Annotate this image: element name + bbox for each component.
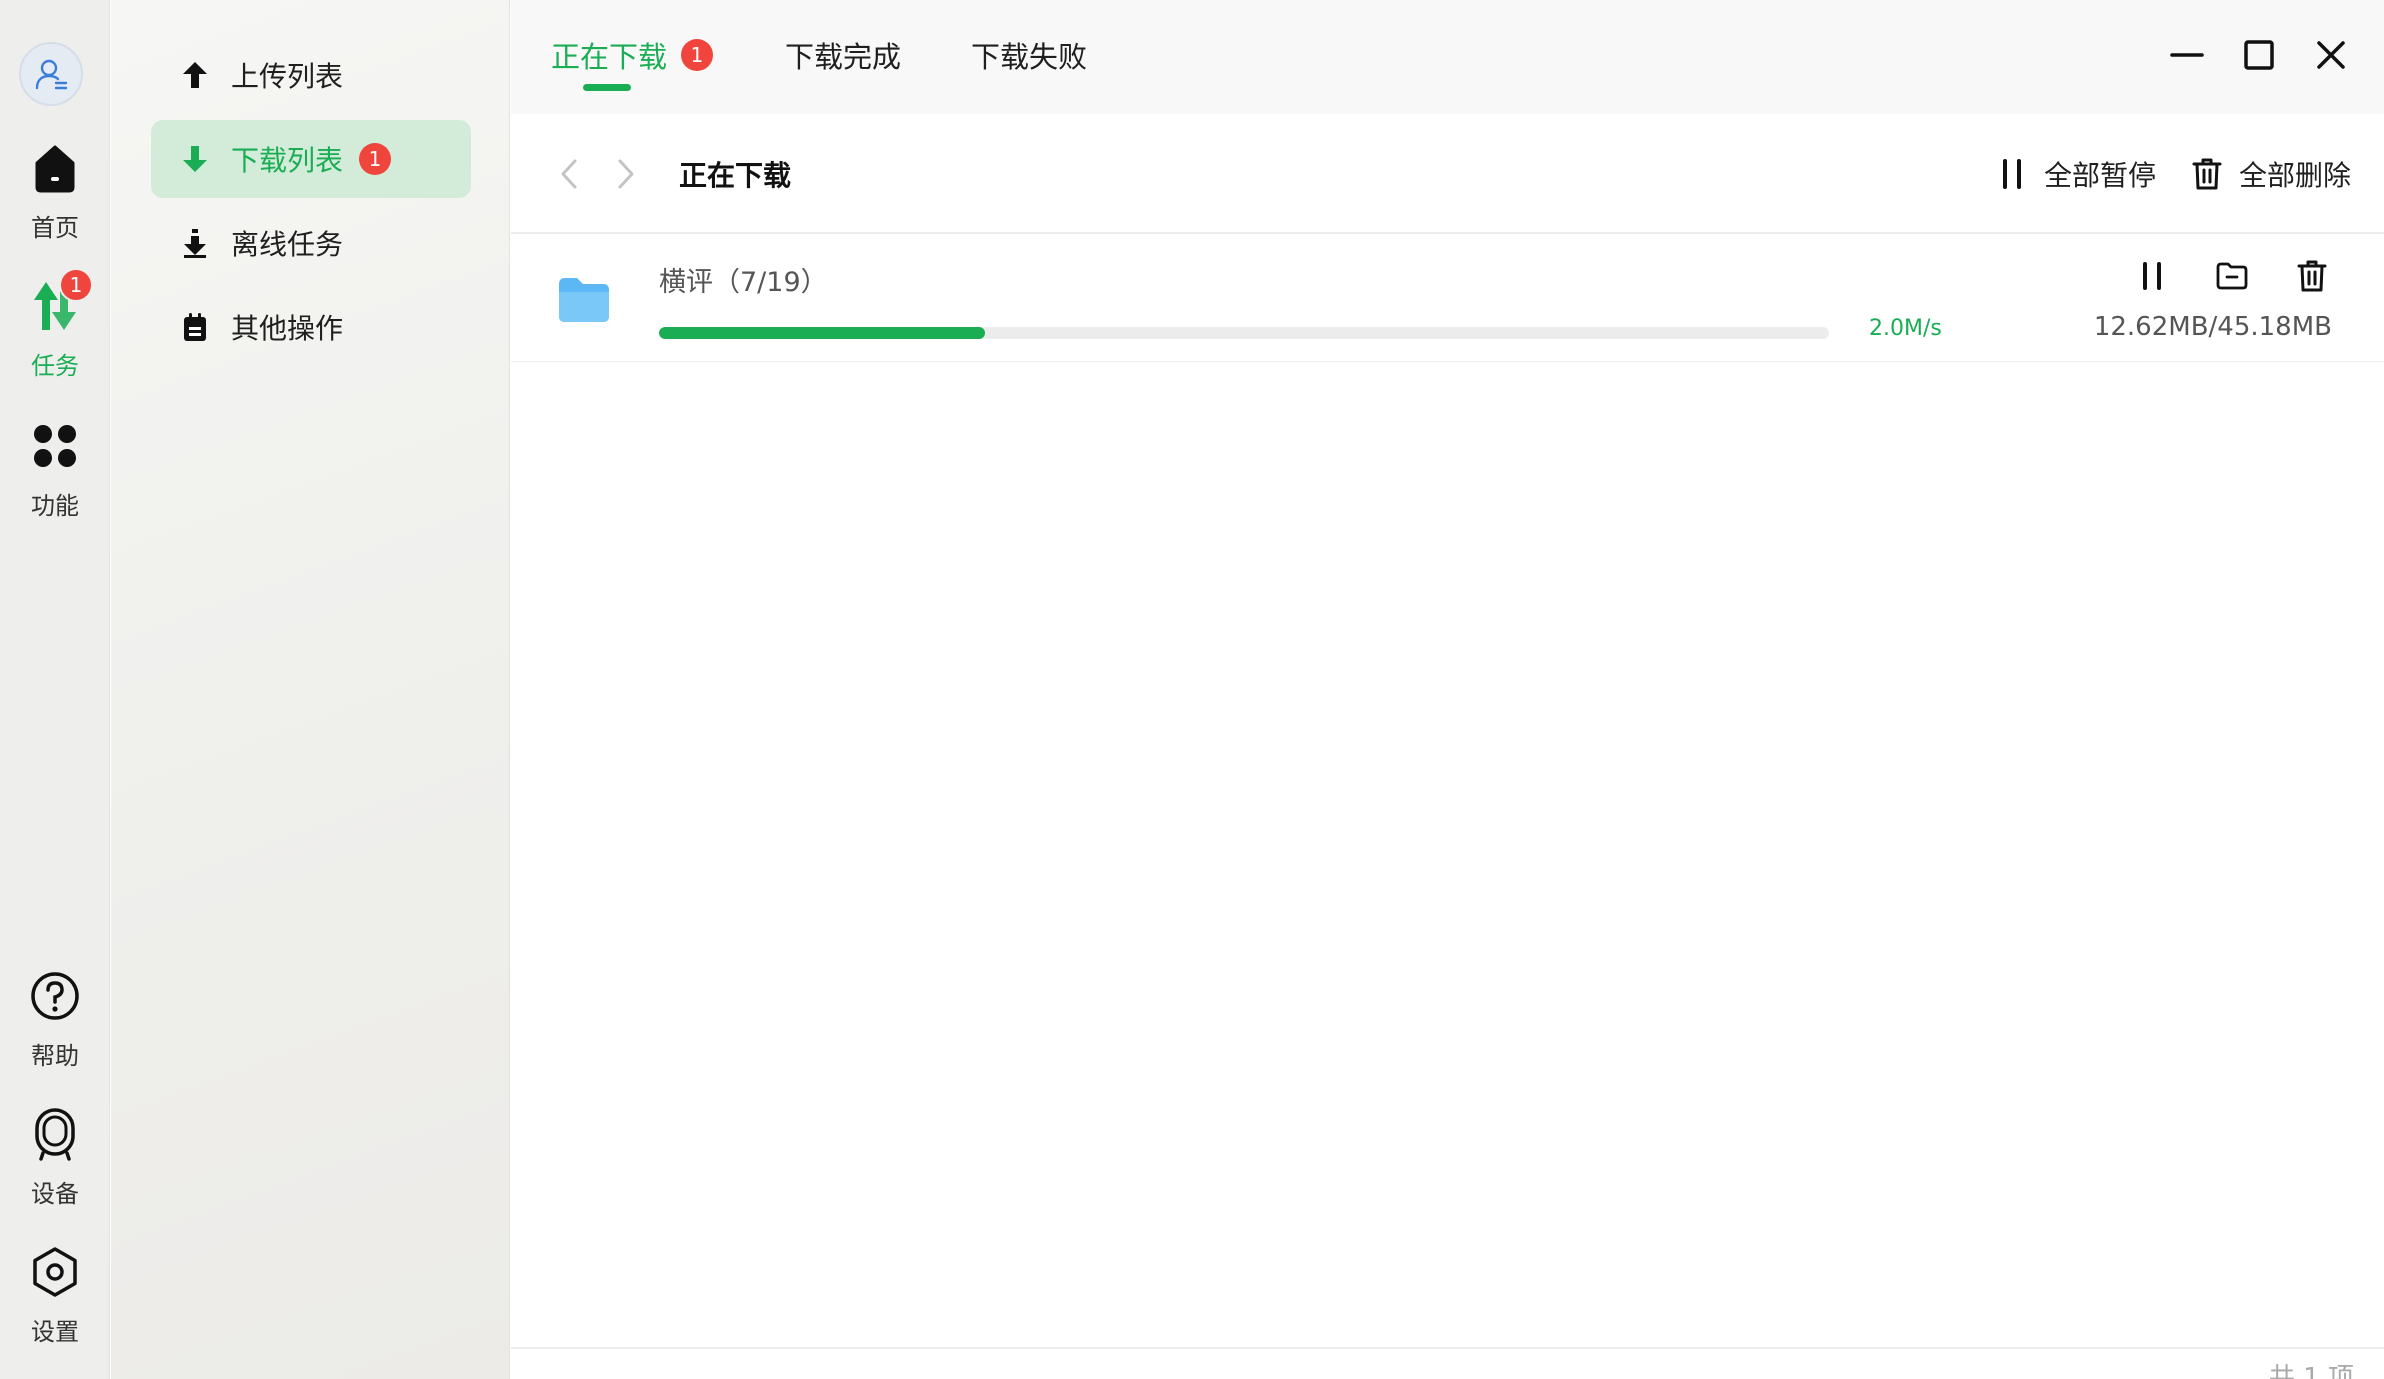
minimize-button[interactable] bbox=[2162, 30, 2212, 80]
chevron-right-icon bbox=[618, 159, 634, 189]
tab-label: 下载完成 bbox=[785, 40, 902, 74]
folder-outline-icon bbox=[2216, 262, 2248, 290]
close-button[interactable] bbox=[2306, 30, 2356, 80]
tab-downloading[interactable]: 正在下载 1 bbox=[551, 30, 714, 80]
device-icon bbox=[35, 1108, 75, 1161]
maximize-icon bbox=[2244, 40, 2274, 70]
tab-label: 正在下载 bbox=[551, 40, 668, 74]
rail-item-label: 首页 bbox=[31, 214, 79, 242]
rail-item-tasks[interactable]: 1 任务 bbox=[0, 268, 110, 398]
help-icon bbox=[31, 972, 79, 1020]
tab-bar: 正在下载 1 下载完成 下载失败 bbox=[511, 0, 2384, 114]
delete-all-label: 全部删除 bbox=[2239, 159, 2352, 192]
trash-icon bbox=[2297, 260, 2327, 292]
rail-item-home[interactable]: 首页 bbox=[0, 140, 110, 260]
chevron-left-icon bbox=[561, 159, 577, 189]
download-arrow-icon bbox=[183, 146, 207, 172]
progress-bar bbox=[659, 327, 1829, 339]
apps-icon bbox=[34, 425, 76, 467]
sidebar-item-upload-list[interactable]: 上传列表 bbox=[151, 36, 471, 114]
sidebar-item-other-operations[interactable]: 其他操作 bbox=[151, 288, 471, 366]
upload-arrow-icon bbox=[183, 62, 207, 88]
sidebar-item-label: 上传列表 bbox=[231, 60, 344, 93]
settings-icon bbox=[33, 1247, 77, 1297]
offline-download-icon bbox=[184, 229, 206, 258]
download-speed: 2.0M/s bbox=[1869, 316, 1942, 341]
home-icon bbox=[35, 145, 75, 193]
clipboard-icon bbox=[184, 313, 206, 341]
rail-item-help[interactable]: 帮助 bbox=[0, 968, 110, 1088]
back-button[interactable] bbox=[547, 152, 591, 196]
pause-all-button[interactable]: 全部暂停 bbox=[1994, 152, 2156, 196]
rail-item-label: 任务 bbox=[31, 352, 79, 380]
open-folder-button[interactable] bbox=[2208, 252, 2256, 300]
pause-all-label: 全部暂停 bbox=[2044, 159, 2157, 192]
sidebar-item-offline-tasks[interactable]: 离线任务 bbox=[151, 204, 471, 282]
sidebar-item-label: 其他操作 bbox=[231, 312, 344, 345]
status-footer: 共 1 项 bbox=[511, 1347, 2384, 1379]
rail-item-settings[interactable]: 设置 bbox=[0, 1244, 110, 1364]
pause-download-button[interactable] bbox=[2128, 252, 2176, 300]
download-manager-window: 首页 1 任务 功能 帮助 设备 设置 上传列表 下载列表 1 离线任务 其他操… bbox=[0, 0, 2384, 1379]
minimize-icon bbox=[2170, 53, 2204, 57]
close-icon bbox=[2317, 41, 2345, 69]
sidebar-item-label: 下载列表 bbox=[231, 144, 344, 177]
list-toolbar: 正在下载 全部暂停 全部删除 bbox=[511, 114, 2384, 234]
download-row[interactable]: 横评（7/19） 2.0M/s 12.62MB/45.18MB bbox=[511, 236, 2384, 362]
tab-badge: 1 bbox=[681, 39, 714, 71]
sidebar-badge: 1 bbox=[359, 143, 392, 175]
pause-icon bbox=[2003, 159, 2021, 189]
primary-rail: 首页 1 任务 功能 帮助 设备 设置 bbox=[0, 0, 110, 1379]
rail-item-label: 设置 bbox=[31, 1318, 79, 1346]
rail-item-label: 帮助 bbox=[31, 1042, 79, 1070]
delete-download-button[interactable] bbox=[2288, 252, 2336, 300]
folder-icon bbox=[559, 278, 609, 322]
maximize-button[interactable] bbox=[2234, 30, 2284, 80]
rail-item-features[interactable]: 功能 bbox=[0, 418, 110, 538]
transfer-sidebar: 上传列表 下载列表 1 离线任务 其他操作 bbox=[111, 0, 510, 1379]
rail-item-label: 设备 bbox=[31, 1180, 79, 1208]
rail-badge: 1 bbox=[59, 268, 93, 302]
avatar[interactable] bbox=[19, 42, 83, 106]
trash-icon bbox=[2192, 158, 2222, 190]
item-count: 共 1 项 bbox=[2268, 1363, 2354, 1379]
download-size: 12.62MB/45.18MB bbox=[2093, 312, 2332, 342]
download-name: 横评（7/19） bbox=[659, 267, 828, 298]
sidebar-item-label: 离线任务 bbox=[231, 228, 344, 261]
user-icon bbox=[35, 59, 68, 90]
rail-item-label: 功能 bbox=[31, 492, 79, 520]
sidebar-item-download-list[interactable]: 下载列表 1 bbox=[151, 120, 471, 198]
tab-completed[interactable]: 下载完成 bbox=[785, 30, 901, 80]
rail-item-devices[interactable]: 设备 bbox=[0, 1106, 110, 1226]
main-panel: 正在下载 1 下载完成 下载失败 正在下载 全部暂停 全部删除 横评（7/19）… bbox=[511, 0, 2384, 1379]
forward-button[interactable] bbox=[604, 152, 648, 196]
active-tab-indicator bbox=[583, 84, 631, 91]
tab-label: 下载失败 bbox=[971, 40, 1088, 74]
tab-failed[interactable]: 下载失败 bbox=[971, 30, 1087, 80]
pause-icon bbox=[2143, 262, 2161, 290]
progress-fill bbox=[659, 327, 986, 339]
delete-all-button[interactable]: 全部删除 bbox=[2189, 152, 2351, 196]
page-title: 正在下载 bbox=[679, 159, 792, 192]
